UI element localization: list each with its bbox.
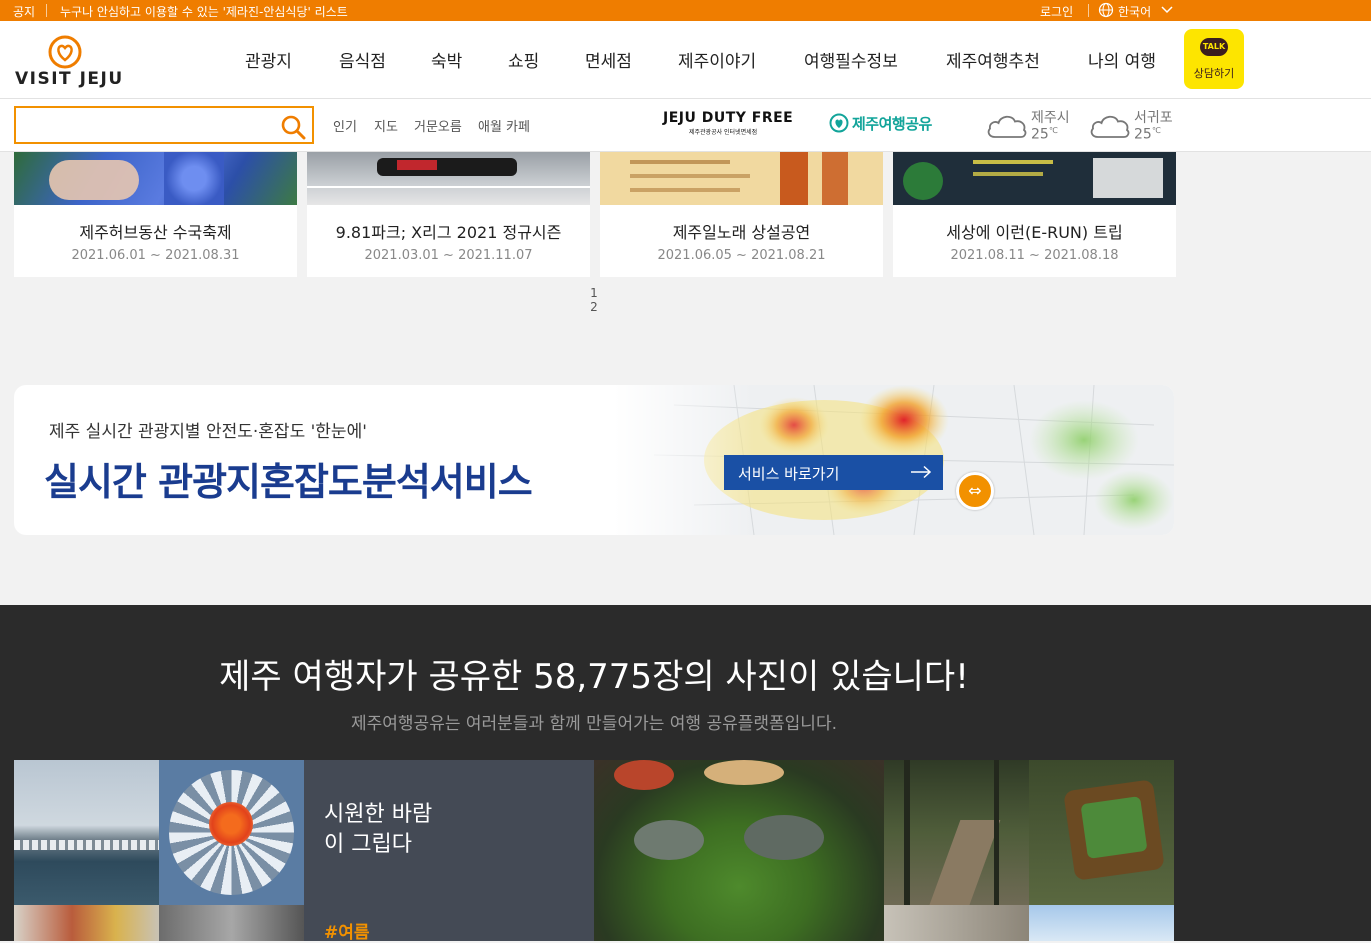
shared-photo[interactable] — [14, 760, 159, 905]
dutyfree-subtitle: 제주관광공사 인터넷면세점 — [689, 129, 758, 136]
notice-link[interactable]: 누구나 안심하고 이용할 수 있는 '제라진-안심식당' 리스트 — [60, 3, 348, 20]
cloud-icon — [987, 115, 1027, 138]
nav-accommodation[interactable]: 숙박 — [431, 47, 462, 72]
site-header: VISIT JEJU 관광지 음식점 숙박 쇼핑 면세점 제주이야기 여행필수정… — [0, 21, 1371, 99]
pagination: 1 2 — [588, 286, 600, 314]
visit-jeju-logo-icon[interactable] — [47, 35, 83, 69]
compare-drag-handle[interactable]: ⇔ — [956, 472, 994, 510]
event-card[interactable]: 세상에 이런(E-RUN) 트립 2021.08.11 ~ 2021.08.18 — [893, 152, 1176, 277]
event-date: 2021.06.01 ~ 2021.08.31 — [71, 248, 240, 263]
search-row: 인기 지도 거문오름 애월 카페 JEJU DUTY FREE 제주관광공사 인… — [0, 99, 1371, 152]
language-select[interactable]: 한국어 — [1118, 3, 1151, 20]
cloud-icon — [1090, 115, 1130, 138]
shared-photo[interactable] — [1029, 760, 1174, 905]
search-icon[interactable] — [280, 114, 306, 140]
kakao-talk-consult-button[interactable]: TALK 상담하기 — [1184, 29, 1244, 89]
weather-city: 서귀포 — [1134, 110, 1173, 126]
nav-tourist-spots[interactable]: 관광지 — [245, 47, 292, 72]
arrow-right-icon — [911, 465, 932, 479]
popular-keyword[interactable]: 애월 카페 — [478, 116, 530, 135]
globe-icon[interactable] — [1098, 2, 1114, 18]
congestion-service-banner[interactable]: 제주 실시간 관광지별 안전도·혼잡도 '한눈에' 실시간 관광지혼잡도분석서비… — [14, 385, 1174, 535]
jeju-share-link[interactable]: 제주여행공유 — [852, 113, 932, 134]
popular-keyword[interactable]: 거문오름 — [414, 116, 462, 135]
event-title: 세상에 이런(E-RUN) 트립 — [946, 223, 1123, 242]
chevron-down-icon[interactable] — [1160, 4, 1174, 16]
event-card[interactable]: 제주일노래 상설공연 2021.06.05 ~ 2021.08.21 — [600, 152, 883, 277]
top-notice-bar: 공지 누구나 안심하고 이용할 수 있는 '제라진-안심식당' 리스트 로그인 … — [0, 0, 1371, 21]
jeju-share-logo-icon[interactable] — [828, 113, 850, 133]
nav-travel-recommend[interactable]: 제주여행추천 — [946, 47, 1040, 72]
event-thumbnail — [600, 152, 883, 205]
weather-temp: 25℃ — [1134, 126, 1161, 143]
search-box — [14, 106, 314, 144]
banner-subtitle: 제주 실시간 관광지별 안전도·혼잡도 '한눈에' — [49, 422, 367, 442]
shared-photos-section: 제주 여행자가 공유한 58,775장의 사진이 있습니다! 제주여행공유는 여… — [0, 605, 1371, 943]
notice-tag: 공지 — [13, 5, 36, 19]
divider — [46, 4, 47, 17]
featured-theme-tag[interactable]: #여름 — [324, 918, 370, 943]
divider — [1088, 4, 1089, 17]
event-card[interactable]: 9.81파크; X리그 2021 정규시즌 2021.03.01 ~ 2021.… — [307, 152, 590, 277]
shared-photo[interactable] — [594, 760, 884, 941]
shared-photo[interactable] — [884, 905, 1029, 941]
service-go-label: 서비스 바로가기 — [738, 465, 840, 483]
weather-temp: 25℃ — [1031, 126, 1058, 143]
event-date: 2021.06.05 ~ 2021.08.21 — [657, 248, 826, 263]
nav-jeju-stories[interactable]: 제주이야기 — [678, 47, 756, 72]
talk-bubble-icon: TALK — [1200, 38, 1228, 56]
nav-shopping[interactable]: 쇼핑 — [508, 47, 539, 72]
logo-text[interactable]: VISIT JEJU — [15, 69, 124, 89]
talk-label: 상담하기 — [1193, 67, 1235, 80]
service-go-button[interactable]: 서비스 바로가기 — [724, 455, 943, 490]
shared-photo[interactable] — [159, 905, 304, 941]
shared-photo[interactable] — [159, 760, 304, 905]
weather-city: 제주시 — [1031, 110, 1070, 126]
nav-restaurants[interactable]: 음식점 — [339, 47, 386, 72]
featured-theme-card[interactable]: 시원한 바람이 그립다 #여름 — [304, 760, 594, 943]
shared-photos-headline: 제주 여행자가 공유한 58,775장의 사진이 있습니다! — [219, 657, 969, 697]
shared-photos-description: 제주여행공유는 여러분들과 함께 만들어가는 여행 공유플랫폼입니다. — [351, 714, 837, 734]
login-link[interactable]: 로그인 — [1040, 3, 1073, 20]
event-thumbnail — [14, 152, 297, 205]
dutyfree-title: JEJU DUTY FREE — [663, 110, 794, 126]
banner-title: 실시간 관광지혼잡도분석서비스 — [44, 460, 533, 504]
search-input[interactable] — [22, 112, 272, 138]
popular-keyword[interactable]: 지도 — [374, 116, 398, 135]
nav-my-trip[interactable]: 나의 여행 — [1088, 47, 1156, 72]
nav-travel-info[interactable]: 여행필수정보 — [804, 47, 898, 72]
page-link[interactable]: 2 — [588, 300, 600, 314]
popular-keyword[interactable]: 인기 — [333, 116, 357, 135]
event-thumbnail — [307, 152, 590, 205]
nav-duty-free[interactable]: 면세점 — [585, 47, 632, 72]
event-title: 제주허브동산 수국축제 — [79, 223, 232, 242]
shared-photo[interactable] — [884, 760, 1029, 905]
shared-photo[interactable] — [1029, 905, 1174, 941]
event-title: 9.81파크; X리그 2021 정규시즌 — [335, 223, 562, 242]
shared-photo[interactable] — [14, 905, 159, 941]
event-title: 제주일노래 상설공연 — [672, 223, 811, 242]
event-thumbnail — [893, 152, 1176, 205]
page-link[interactable]: 1 — [588, 286, 600, 300]
event-date: 2021.03.01 ~ 2021.11.07 — [364, 248, 533, 263]
jeju-duty-free-logo[interactable]: JEJU DUTY FREE 제주관광공사 인터넷면세점 — [663, 110, 803, 138]
event-card[interactable]: 제주허브동산 수국축제 2021.06.01 ~ 2021.08.31 — [14, 152, 297, 277]
featured-theme-title: 시원한 바람이 그립다 — [324, 802, 433, 857]
event-date: 2021.08.11 ~ 2021.08.18 — [950, 248, 1119, 263]
weather-seogwipo: 서귀포 25℃ — [1088, 104, 1178, 148]
weather-jeju: 제주시 25℃ — [985, 104, 1075, 148]
